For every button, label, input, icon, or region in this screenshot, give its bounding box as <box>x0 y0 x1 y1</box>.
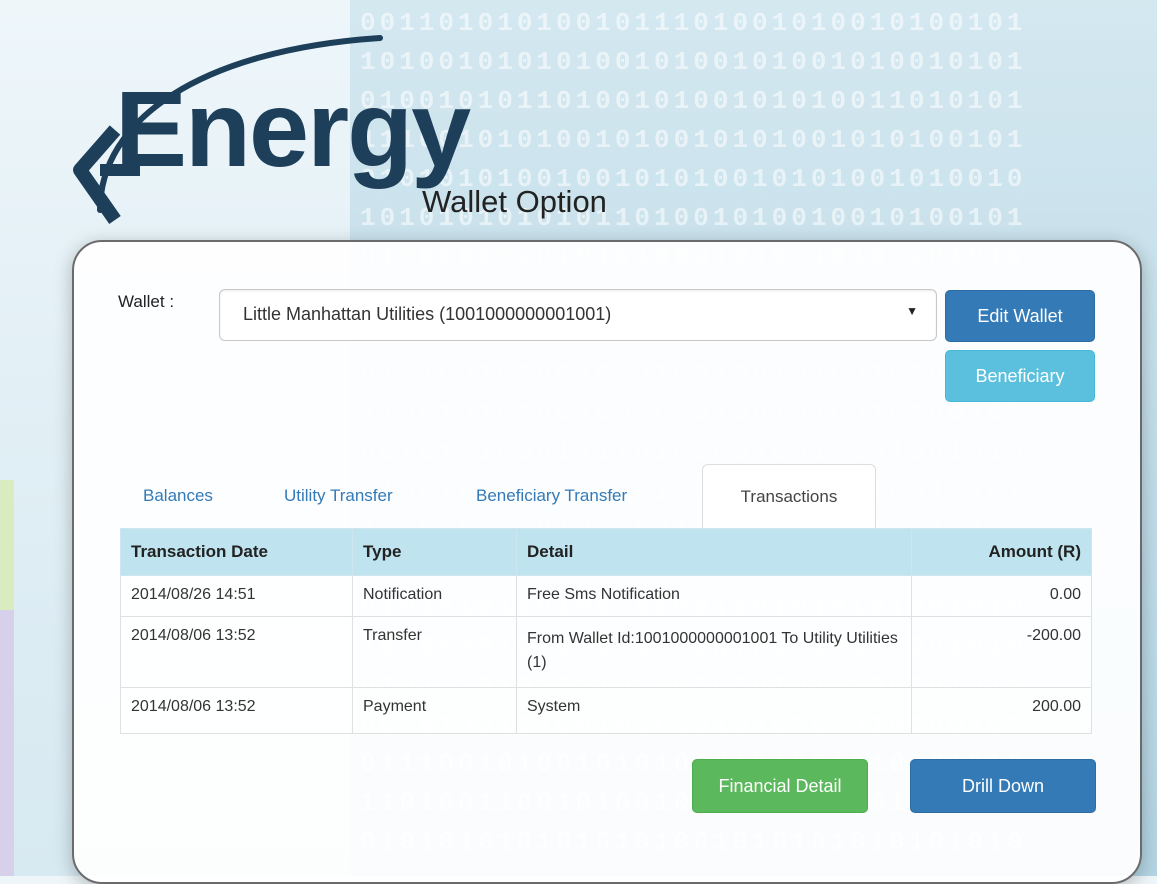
edit-wallet-button[interactable]: Edit Wallet <box>945 290 1095 342</box>
side-strip-green <box>0 480 14 610</box>
col-transaction-date: Transaction Date <box>120 528 353 576</box>
tab-transactions[interactable]: Transactions <box>702 464 876 529</box>
tab-beneficiary-transfer[interactable]: Beneficiary Transfer <box>476 486 627 506</box>
cell-amount: -200.00 <box>911 616 1092 688</box>
col-detail: Detail <box>516 528 912 576</box>
col-type: Type <box>352 528 517 576</box>
cell-date: 2014/08/26 14:51 <box>120 575 353 617</box>
cell-type: Notification <box>352 575 517 617</box>
wallet-select-value: Little Manhattan Utilities (100100000000… <box>243 304 612 324</box>
logo-text: Energy <box>115 68 471 189</box>
drill-down-button[interactable]: Drill Down <box>910 759 1096 813</box>
table-row[interactable]: 2014/08/26 14:51 Notification Free Sms N… <box>120 575 1092 617</box>
side-strip-purple <box>0 610 14 876</box>
tab-utility-transfer[interactable]: Utility Transfer <box>284 486 393 506</box>
col-amount: Amount (R) <box>911 528 1092 576</box>
cell-amount: 0.00 <box>911 575 1092 617</box>
beneficiary-button[interactable]: Beneficiary <box>945 350 1095 402</box>
cell-amount: 200.00 <box>911 687 1092 734</box>
tab-balances[interactable]: Balances <box>143 486 213 506</box>
cell-detail: From Wallet Id:1001000000001001 To Utili… <box>516 616 912 688</box>
cell-type: Transfer <box>352 616 517 688</box>
table-header-row: Transaction Date Type Detail Amount (R) <box>120 528 1092 576</box>
cell-date: 2014/08/06 13:52 <box>120 687 353 734</box>
cell-detail: System <box>516 687 912 734</box>
page-subtitle: Wallet Option <box>422 184 607 219</box>
transactions-table: Transaction Date Type Detail Amount (R) … <box>120 528 1092 734</box>
table-row[interactable]: 2014/08/06 13:52 Payment System 200.00 <box>120 687 1092 734</box>
wallet-label: Wallet : <box>118 292 175 311</box>
financial-detail-button[interactable]: Financial Detail <box>692 759 868 813</box>
energy-logo: Energy <box>60 20 660 260</box>
cell-type: Payment <box>352 687 517 734</box>
cell-detail: Free Sms Notification <box>516 575 912 617</box>
wallet-select[interactable]: Little Manhattan Utilities (100100000000… <box>219 289 937 341</box>
caret-down-icon: ▼ <box>906 304 918 318</box>
table-row[interactable]: 2014/08/06 13:52 Transfer From Wallet Id… <box>120 616 1092 688</box>
cell-date: 2014/08/06 13:52 <box>120 616 353 688</box>
